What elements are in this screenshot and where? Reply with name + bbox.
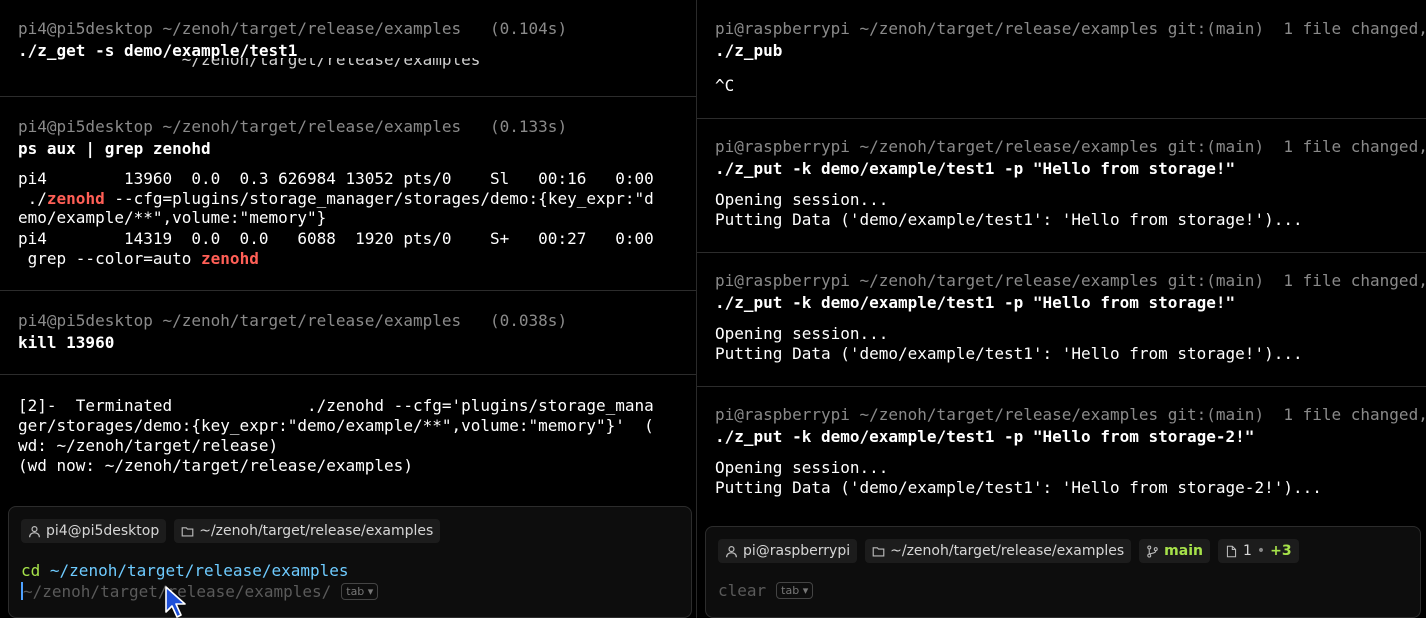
folder-icon (872, 546, 885, 557)
command-block[interactable]: pi@raspberrypi ~/zenoh/target/release/ex… (697, 387, 1426, 521)
block-command: ./z_put -k demo/example/test1 -p "Hello … (715, 159, 1236, 178)
command-input[interactable]: clear tab ▾ (718, 581, 814, 601)
match-highlight: zenohd (46, 189, 105, 208)
output-line: pi4 13960 0.0 0.3 626984 13052 pts/0 Sl … (18, 169, 654, 188)
directory-label: ~/zenoh/target/release/examples (199, 523, 434, 539)
directory-chip[interactable]: ~/zenoh/target/release/examples (174, 519, 441, 543)
file-icon (1226, 545, 1237, 557)
output-line: emo/example/**",volume:"memory"} (18, 208, 327, 227)
output-line: Opening session... (715, 190, 889, 209)
files-changed-count: 1 (1242, 543, 1252, 559)
block-command: kill 13960 (18, 333, 115, 352)
command-input[interactable]: ~/zenoh/target/release/examples/tab ▾ (21, 582, 379, 602)
block-prompt: pi4@pi5desktop ~/zenoh/target/release/ex… (18, 311, 568, 330)
command-block[interactable]: pi@raspberrypi ~/zenoh/target/release/ex… (697, 0, 1426, 119)
user-icon (29, 525, 40, 537)
block-prompt: pi@raspberrypi ~/zenoh/target/release/ex… (715, 271, 1426, 290)
tab-hint: tab ▾ (341, 583, 379, 600)
additions-count: +3 (1270, 543, 1292, 559)
output-line: wd: ~/zenoh/target/release) (18, 436, 279, 455)
git-branch-icon (1147, 544, 1158, 558)
context-chips: pi@raspberrypi ~/zenoh/target/release/ex… (718, 539, 1299, 563)
output-line: Putting Data ('demo/example/test1': 'Hel… (715, 478, 1322, 497)
user-chip[interactable]: pi4@pi5desktop (21, 519, 167, 543)
block-prompt: pi4@pi5desktop ~/zenoh/target/release/ex… (18, 19, 568, 38)
block-prompt: pi@raspberrypi ~/zenoh/target/release/ex… (715, 19, 1426, 38)
block-prompt: pi@raspberrypi ~/zenoh/target/release/ex… (715, 137, 1426, 156)
user-label: pi4@pi5desktop (46, 523, 160, 539)
output-line: grep --color=auto zenohd (18, 249, 259, 268)
clipped-output: ~/zenoh/target/release/examples g (181, 58, 481, 69)
output-line: ^C (715, 76, 735, 95)
input-placeholder: clear (718, 581, 767, 600)
directory-chip[interactable]: ~/zenoh/target/release/examples (865, 539, 1132, 563)
output-line: ./zenohd --cfg=plugins/storage_manager/s… (18, 189, 654, 208)
user-label: pi@raspberrypi (743, 543, 851, 559)
output-line: pi4 14319 0.0 0.0 6088 1920 pts/0 S+ 00:… (18, 229, 654, 248)
folder-icon (181, 526, 194, 537)
command-input-area[interactable]: pi4@pi5desktop ~/zenoh/target/release/ex… (8, 506, 692, 618)
command-block[interactable]: pi4@pi5desktop ~/zenoh/target/release/ex… (0, 0, 696, 97)
directory-label: ~/zenoh/target/release/examples (890, 543, 1125, 559)
block-prompt: pi@raspberrypi ~/zenoh/target/release/ex… (715, 405, 1426, 424)
user-chip[interactable]: pi@raspberrypi (718, 539, 858, 563)
command-block[interactable]: pi@raspberrypi ~/zenoh/target/release/ex… (697, 119, 1426, 253)
command-block[interactable]: pi4@pi5desktop ~/zenoh/target/release/ex… (0, 97, 696, 291)
output-line: [2]- Terminated ./zenohd --cfg='plugins/… (18, 396, 654, 415)
output-line: Opening session... (715, 324, 889, 343)
branch-label: main (1164, 543, 1203, 559)
mouse-pointer-icon (165, 586, 186, 618)
block-command: ./z_put -k demo/example/test1 -p "Hello … (715, 293, 1236, 312)
user-icon (726, 545, 737, 557)
output-line: (wd now: ~/zenoh/target/release/examples… (18, 456, 413, 475)
command-block[interactable]: pi@raspberrypi ~/zenoh/target/release/ex… (697, 253, 1426, 387)
separator-dot: • (1256, 543, 1266, 559)
context-chips: pi4@pi5desktop ~/zenoh/target/release/ex… (21, 519, 441, 543)
output-line: ger/storages/demo:{key_expr:"demo/exampl… (18, 416, 654, 435)
command-text: cd ~/zenoh/target/release/examples (21, 561, 349, 580)
command-input-area[interactable]: pi@raspberrypi ~/zenoh/target/release/ex… (705, 526, 1421, 618)
command-block[interactable]: pi4@pi5desktop ~/zenoh/target/release/ex… (0, 291, 696, 375)
output-line: Putting Data ('demo/example/test1': 'Hel… (715, 344, 1303, 363)
tab-hint: tab ▾ (776, 582, 814, 599)
output-line: Putting Data ('demo/example/test1': 'Hel… (715, 210, 1303, 229)
git-changes-chip[interactable]: 1 • +3 (1217, 539, 1299, 563)
right-terminal-pane[interactable]: pi@raspberrypi ~/zenoh/target/release/ex… (697, 0, 1426, 618)
block-command: ./z_put -k demo/example/test1 -p "Hello … (715, 427, 1255, 446)
output-block[interactable]: [2]- Terminated ./zenohd --cfg='plugins/… (0, 375, 696, 505)
git-branch-chip[interactable]: main (1139, 539, 1210, 563)
output-line: Opening session... (715, 458, 889, 477)
left-terminal-pane[interactable]: pi4@pi5desktop ~/zenoh/target/release/ex… (0, 0, 697, 618)
block-prompt: pi4@pi5desktop ~/zenoh/target/release/ex… (18, 117, 568, 136)
match-highlight: zenohd (201, 249, 259, 268)
block-command: ./z_pub (715, 41, 783, 60)
block-command: ps aux | grep zenohd (18, 139, 211, 158)
